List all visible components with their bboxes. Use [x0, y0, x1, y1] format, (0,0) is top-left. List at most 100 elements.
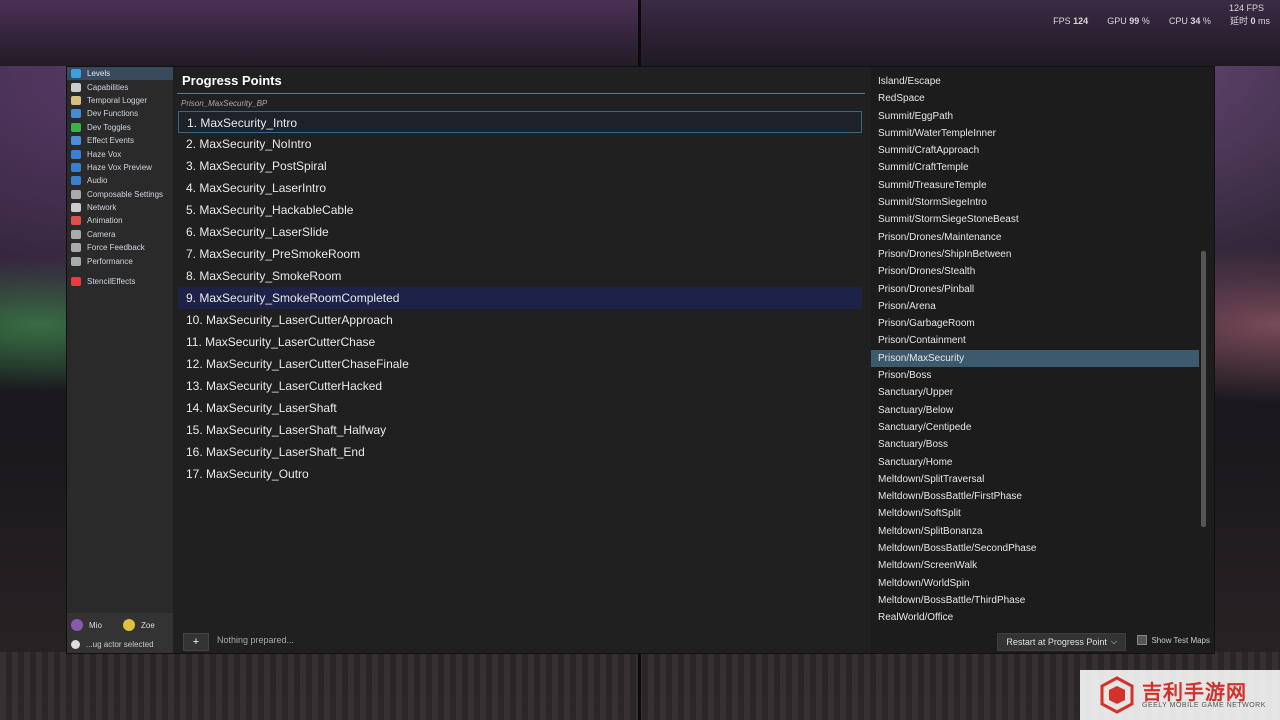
level-blueprint-label: Prison_MaxSecurity_BP	[181, 99, 268, 108]
progress-point-item[interactable]: 7. MaxSecurity_PreSmokeRoom	[178, 243, 862, 265]
show-test-maps-toggle[interactable]: Show Test Maps	[1137, 635, 1210, 645]
progress-point-item[interactable]: 12. MaxSecurity_LaserCutterChaseFinale	[178, 353, 862, 375]
dev-menu-window: Levels Capabilities Temporal Logger Dev Fun…	[66, 66, 1215, 654]
sidebar-item-label: Dev Toggles	[87, 122, 131, 132]
map-list-item[interactable]: Summit/CraftTemple	[871, 159, 1199, 176]
map-list-item[interactable]: Summit/TreasureTemple	[871, 177, 1199, 194]
sidebar-item-haze-vox[interactable]: Haze Vox	[67, 147, 173, 160]
map-list-item[interactable]: Prison/Drones/Maintenance	[871, 229, 1199, 246]
progress-point-item[interactable]: 2. MaxSecurity_NoIntro	[178, 133, 862, 155]
map-list-item[interactable]: RedSpace	[871, 90, 1199, 107]
sidebar-item-capabilities[interactable]: Capabilities	[67, 80, 173, 93]
map-list-item[interactable]: Sanctuary/Upper	[871, 384, 1199, 401]
show-test-maps-checkbox[interactable]	[1137, 635, 1148, 645]
prepared-status: Nothing prepared...	[217, 635, 295, 645]
progress-point-item[interactable]: 17. MaxSecurity_Outro	[178, 463, 862, 485]
progress-point-item[interactable]: 15. MaxSecurity_LaserShaft_Halfway	[178, 419, 862, 441]
fps-counter: 124 FPS	[1228, 3, 1264, 13]
sidebar-item-audio[interactable]: Audio	[67, 174, 173, 187]
sidebar-item-temporal-logger[interactable]: Temporal Logger	[67, 94, 173, 107]
progress-point-item[interactable]: 4. MaxSecurity_LaserIntro	[178, 177, 862, 199]
progress-point-item[interactable]: 14. MaxSecurity_LaserShaft	[178, 397, 862, 419]
zoe-icon	[123, 619, 135, 631]
check-icon	[71, 122, 81, 132]
sidebar-item-haze-vox-preview[interactable]: Haze Vox Preview	[67, 161, 173, 174]
map-list-item[interactable]: Prison/GarbageRoom	[871, 315, 1199, 332]
player-zoe[interactable]: Zoe	[123, 619, 155, 631]
map-list-item[interactable]: Meltdown/SoftSplit	[871, 505, 1199, 522]
maps-scrollbar[interactable]	[1201, 251, 1206, 527]
progress-point-item[interactable]: 5. MaxSecurity_HackableCable	[178, 199, 862, 221]
globe-icon	[71, 69, 81, 79]
map-list-item[interactable]: Sanctuary/Home	[871, 454, 1199, 471]
restart-dropdown-button[interactable]: Restart at Progress Point ⌵	[997, 633, 1126, 651]
map-list-item[interactable]: Island/Escape	[871, 73, 1199, 90]
sidebar-item-network[interactable]: Network	[67, 201, 173, 214]
map-list-item[interactable]: Summit/StormSiegeIntro	[871, 194, 1199, 211]
progress-point-item[interactable]: 11. MaxSecurity_LaserCutterChase	[178, 331, 862, 353]
player-mio-label: Mio	[89, 620, 102, 630]
player-zoe-label: Zoe	[141, 620, 155, 630]
game-view-right	[641, 0, 1280, 66]
map-list-item[interactable]: Summit/StormSiegeStoneBeast	[871, 211, 1199, 228]
sidebar-item-label: Animation	[87, 216, 123, 226]
sidebar-item-label: Network	[87, 203, 117, 213]
sidebar-item-levels[interactable]: Levels	[67, 67, 173, 81]
map-list-item[interactable]: Summit/WaterTempleInner	[871, 125, 1199, 142]
progress-point-item[interactable]: 9. MaxSecurity_SmokeRoomCompleted	[178, 287, 862, 309]
progress-point-item[interactable]: 1. MaxSecurity_Intro	[178, 111, 862, 133]
fps-value: 124	[1073, 16, 1089, 26]
performance-icon	[71, 256, 81, 266]
sidebar-item-composable-settings[interactable]: Composable Settings	[67, 188, 173, 201]
map-list-item[interactable]: Sanctuary/Boss	[871, 436, 1199, 453]
sidebar-item-animation[interactable]: Animation	[67, 214, 173, 227]
watermark-title: 吉利手游网	[1142, 682, 1247, 704]
sidebar-item-dev-toggles[interactable]: Dev Toggles	[67, 121, 173, 134]
actor-icon	[71, 640, 80, 649]
progress-point-item[interactable]: 6. MaxSecurity_LaserSlide	[178, 221, 862, 243]
sidebar-item-camera[interactable]: Camera	[67, 228, 173, 241]
sidebar-item-dev-functions[interactable]: Dev Functions	[67, 107, 173, 120]
map-list-item[interactable]: Meltdown/WorldSpin	[871, 575, 1199, 592]
map-list-item[interactable]: Summit/CraftApproach	[871, 142, 1199, 159]
progress-point-item[interactable]: 8. MaxSecurity_SmokeRoom	[178, 265, 862, 287]
sidebar-item-effect-events[interactable]: Effect Events	[67, 134, 173, 147]
map-list-item[interactable]: Prison/Arena	[871, 298, 1199, 315]
progress-point-item[interactable]: 16. MaxSecurity_LaserShaft_End	[178, 441, 862, 463]
sidebar-item-label: StencilEffects	[87, 277, 136, 287]
map-list-item[interactable]: Meltdown/SplitBonanza	[871, 523, 1199, 540]
progress-point-item[interactable]: 13. MaxSecurity_LaserCutterHacked	[178, 375, 862, 397]
audio-icon	[71, 176, 81, 186]
map-list-item[interactable]: Meltdown/BossBattle/ThirdPhase	[871, 592, 1199, 609]
map-list-item[interactable]: Prison/MaxSecurity	[871, 349, 1199, 368]
latency-value: 0	[1250, 16, 1256, 26]
map-list-item[interactable]: Meltdown/BossBattle/FirstPhase	[871, 488, 1199, 505]
map-list-item[interactable]: Prison/Boss	[871, 367, 1199, 384]
add-button[interactable]: +	[183, 633, 209, 651]
map-list-item[interactable]: Prison/Drones/ShipInBetween	[871, 246, 1199, 263]
map-list-item[interactable]: Sanctuary/Below	[871, 402, 1199, 419]
player-mio[interactable]: Mio	[71, 619, 102, 631]
gear-icon	[71, 189, 81, 199]
sidebar-item-stencileffects[interactable]: StencilEffects	[67, 275, 173, 288]
map-list-item[interactable]: Summit/EggPath	[871, 108, 1199, 125]
progress-point-item[interactable]: 3. MaxSecurity_PostSpiral	[178, 155, 862, 177]
sidebar-item-force-feedback[interactable]: Force Feedback	[67, 241, 173, 254]
camera-icon	[71, 229, 81, 239]
map-list-item[interactable]: Sanctuary/Centipede	[871, 419, 1199, 436]
map-list-item[interactable]: Meltdown/BossBattle/SecondPhase	[871, 540, 1199, 557]
map-list-item[interactable]: Meltdown/SplitTraversal	[871, 471, 1199, 488]
sidebar-item-performance[interactable]: Performance	[67, 254, 173, 267]
debug-actor-selector[interactable]: ...ug actor selected	[71, 640, 154, 649]
progress-point-item[interactable]: 10. MaxSecurity_LaserCutterApproach	[178, 309, 862, 331]
show-test-maps-label: Show Test Maps	[1151, 635, 1210, 645]
map-list-item[interactable]: Prison/Containment	[871, 332, 1199, 349]
maps-list: Island/Escape RedSpace Summit/EggPath Summi…	[871, 73, 1199, 627]
sidebar-list: Levels Capabilities Temporal Logger Dev Fun…	[67, 67, 173, 288]
sidebar-item-label: Performance	[87, 256, 133, 266]
sidebar-item-label: Haze Vox Preview	[87, 162, 152, 172]
map-list-item[interactable]: Prison/Drones/Pinball	[871, 281, 1199, 298]
map-list-item[interactable]: Meltdown/ScreenWalk	[871, 557, 1199, 574]
map-list-item[interactable]: Prison/Drones/Stealth	[871, 263, 1199, 280]
map-list-item[interactable]: RealWorld/Office	[871, 609, 1199, 626]
